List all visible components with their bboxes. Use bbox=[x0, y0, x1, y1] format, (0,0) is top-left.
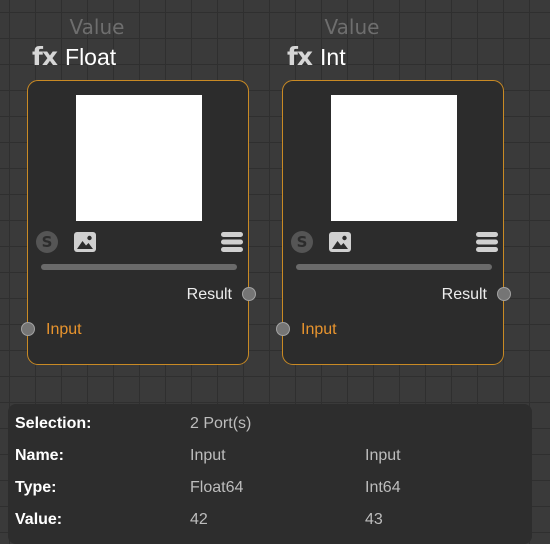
node-title: Int bbox=[320, 44, 346, 70]
node-preview bbox=[331, 95, 457, 221]
value-row: Value: 42 43 bbox=[8, 508, 532, 532]
menu-icon[interactable] bbox=[476, 231, 498, 253]
name-row: Name: Input Input bbox=[8, 444, 532, 468]
value-value-2[interactable]: 43 bbox=[365, 508, 383, 532]
image-icon[interactable] bbox=[74, 231, 96, 253]
node-subtitle: Value bbox=[324, 15, 380, 39]
node-body[interactable]: S Result Input bbox=[275, 80, 511, 365]
selection-value: 2 Port(s) bbox=[190, 415, 252, 432]
output-port[interactable] bbox=[496, 287, 511, 301]
input-port-label: Input bbox=[46, 321, 82, 338]
type-row: Type: Float64 Int64 bbox=[8, 476, 532, 500]
progress-track bbox=[296, 264, 492, 270]
image-icon[interactable] bbox=[329, 231, 351, 253]
int-value-node[interactable]: Value fx Int S Result Input bbox=[275, 0, 511, 370]
value-value-1[interactable]: 42 bbox=[190, 508, 208, 532]
type-value-1: Float64 bbox=[190, 479, 244, 496]
node-subtitle: Value bbox=[69, 15, 125, 39]
name-value-1: Input bbox=[190, 447, 226, 464]
name-label: Name: bbox=[15, 447, 64, 464]
float-value-node[interactable]: Value fx Float S Result Input bbox=[20, 0, 256, 370]
type-label: Type: bbox=[15, 479, 57, 496]
node-title: Float bbox=[65, 44, 117, 70]
node-body[interactable]: S Result Input bbox=[20, 80, 256, 365]
output-port-label: Result bbox=[186, 286, 232, 303]
s-icon[interactable]: S bbox=[36, 231, 58, 253]
input-port[interactable] bbox=[275, 322, 290, 336]
selection-label: Selection: bbox=[15, 415, 92, 432]
output-port-label: Result bbox=[441, 286, 487, 303]
value-label: Value: bbox=[15, 511, 63, 528]
input-port[interactable] bbox=[20, 322, 35, 336]
input-port-label: Input bbox=[301, 321, 337, 338]
progress-track bbox=[41, 264, 237, 270]
properties-panel: Selection: 2 Port(s) Name: Input Input T… bbox=[8, 404, 532, 544]
menu-icon[interactable] bbox=[221, 231, 243, 253]
node-header[interactable]: fx Float bbox=[32, 41, 116, 73]
output-port[interactable] bbox=[241, 287, 256, 301]
name-value-2: Input bbox=[365, 447, 401, 464]
type-value-2: Int64 bbox=[365, 479, 401, 496]
selection-row: Selection: 2 Port(s) bbox=[8, 412, 532, 436]
node-preview bbox=[76, 95, 202, 221]
fx-icon: fx bbox=[287, 42, 313, 71]
node-header[interactable]: fx Int bbox=[287, 41, 346, 73]
fx-icon: fx bbox=[32, 42, 58, 71]
s-icon[interactable]: S bbox=[291, 231, 313, 253]
